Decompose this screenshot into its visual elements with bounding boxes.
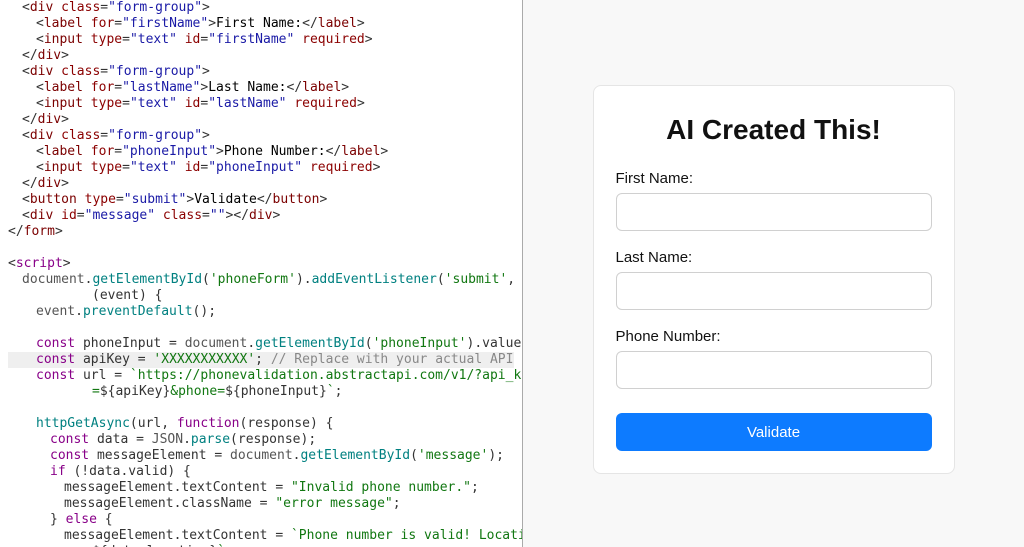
label-phone: Phone Number: [616, 328, 932, 345]
validate-button[interactable]: Validate [616, 413, 932, 451]
form-group-phone: Phone Number: [616, 328, 932, 389]
preview-pane: AI Created This! First Name: Last Name: … [523, 0, 1024, 547]
source-code[interactable]: <div class="form-group"><label for="firs… [0, 0, 522, 547]
form-card: AI Created This! First Name: Last Name: … [593, 85, 955, 474]
input-phone[interactable] [616, 351, 932, 389]
page-title: AI Created This! [616, 114, 932, 146]
label-firstname: First Name: [616, 170, 932, 187]
code-editor-pane: <div class="form-group"><label for="firs… [0, 0, 522, 547]
input-firstname[interactable] [616, 193, 932, 231]
form-group-firstname: First Name: [616, 170, 932, 231]
form-group-lastname: Last Name: [616, 249, 932, 310]
label-lastname: Last Name: [616, 249, 932, 266]
input-lastname[interactable] [616, 272, 932, 310]
